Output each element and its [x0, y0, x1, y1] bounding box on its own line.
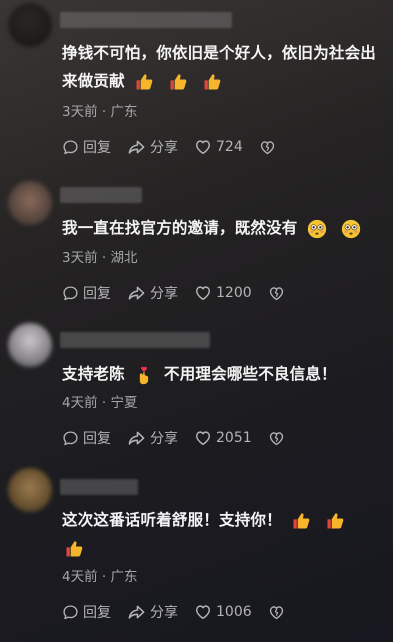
comment-actions: 回复 分享 724	[62, 137, 296, 157]
thumbs-up-icon	[325, 511, 345, 531]
like-button[interactable]: 724	[194, 138, 243, 156]
comment-actions: 回复 分享 1200	[62, 283, 305, 303]
comment-text-line: 不用理会哪些不良信息！	[164, 365, 337, 383]
share-button[interactable]: 分享	[127, 602, 178, 622]
chat-bubble-icon	[62, 604, 79, 621]
reply-label: 回复	[83, 605, 111, 621]
reply-button[interactable]: 回复	[62, 283, 111, 303]
comment-meta: 3天前 · 广东	[62, 104, 138, 120]
share-arrow-icon	[127, 603, 146, 622]
thumbs-up-icon	[134, 72, 154, 92]
reply-button[interactable]: 回复	[62, 428, 111, 448]
avatar[interactable]	[8, 181, 52, 225]
comment-item: 挣钱不可怕，你依旧是个好人，依旧为社会出 来做贡献 3天前 · 广东 回复 分享…	[0, 0, 393, 175]
heart-icon	[194, 284, 212, 302]
share-button[interactable]: 分享	[127, 428, 178, 448]
like-button[interactable]: 1006	[194, 603, 252, 621]
dislike-button[interactable]	[268, 285, 289, 302]
broken-heart-icon	[268, 430, 285, 447]
heart-icon	[194, 429, 212, 447]
comment-text-line: 我一直在找官方的邀请，既然没有	[62, 219, 298, 237]
reply-label: 回复	[83, 431, 111, 447]
flushed-face-icon	[341, 219, 361, 239]
share-label: 分享	[150, 140, 178, 156]
comment-text: 支持老陈 不用理会哪些不良信息！	[62, 360, 387, 388]
reply-button[interactable]: 回复	[62, 137, 111, 157]
comment-text: 我一直在找官方的邀请，既然没有	[62, 214, 387, 242]
comment-item: 这次这番话听着舒服！支持你！ 4天前 · 广东 回复 分享 1006	[0, 465, 393, 642]
comment-text-line: 来做贡献	[62, 72, 125, 90]
username-blurred[interactable]	[60, 12, 232, 28]
reply-button[interactable]: 回复	[62, 602, 111, 622]
comment-meta: 4天前 · 宁夏	[62, 395, 138, 411]
like-button[interactable]: 1200	[194, 284, 252, 302]
like-count: 1006	[216, 604, 252, 620]
share-button[interactable]: 分享	[127, 283, 178, 303]
thumbs-up-icon	[291, 511, 311, 531]
like-count: 724	[216, 139, 243, 155]
dislike-button[interactable]	[259, 139, 280, 156]
username-blurred[interactable]	[60, 187, 142, 203]
flushed-face-icon	[307, 219, 327, 239]
chat-bubble-icon	[62, 139, 79, 156]
thumbs-up-icon	[64, 539, 84, 559]
comment-item: 我一直在找官方的邀请，既然没有 3天前 · 湖北 回复 分享 1200	[0, 175, 393, 315]
like-count: 2051	[216, 430, 252, 446]
comment-text: 这次这番话听着舒服！支持你！	[62, 506, 387, 562]
comment-actions: 回复 分享 2051	[62, 428, 305, 448]
share-label: 分享	[150, 286, 178, 302]
heart-icon	[194, 138, 212, 156]
chat-bubble-icon	[62, 285, 79, 302]
comment-text-line: 这次这番话听着舒服！支持你！	[62, 511, 282, 529]
share-arrow-icon	[127, 429, 146, 448]
heart-icon	[194, 603, 212, 621]
comment-text-line: 挣钱不可怕，你依旧是个好人，依旧为社会出	[62, 44, 377, 62]
chat-bubble-icon	[62, 430, 79, 447]
comment-text: 挣钱不可怕，你依旧是个好人，依旧为社会出 来做贡献	[62, 39, 387, 95]
avatar[interactable]	[8, 3, 52, 47]
avatar[interactable]	[8, 323, 52, 367]
username-blurred[interactable]	[60, 332, 210, 348]
broken-heart-icon	[259, 139, 276, 156]
comment-text-line: 支持老陈	[62, 365, 125, 383]
avatar[interactable]	[8, 468, 52, 512]
broken-heart-icon	[268, 285, 285, 302]
thumbs-up-icon	[168, 72, 188, 92]
username-blurred[interactable]	[60, 479, 138, 495]
comment-meta: 3天前 · 湖北	[62, 250, 138, 266]
comment-meta: 4天前 · 广东	[62, 569, 138, 585]
like-count: 1200	[216, 285, 252, 301]
reply-label: 回复	[83, 286, 111, 302]
share-button[interactable]: 分享	[127, 137, 178, 157]
finger-heart-icon	[134, 365, 154, 385]
comment-actions: 回复 分享 1006	[62, 602, 305, 622]
share-arrow-icon	[127, 284, 146, 303]
dislike-button[interactable]	[268, 604, 289, 621]
share-label: 分享	[150, 605, 178, 621]
share-arrow-icon	[127, 138, 146, 157]
reply-label: 回复	[83, 140, 111, 156]
broken-heart-icon	[268, 604, 285, 621]
share-label: 分享	[150, 431, 178, 447]
thumbs-up-icon	[202, 72, 222, 92]
like-button[interactable]: 2051	[194, 429, 252, 447]
dislike-button[interactable]	[268, 430, 289, 447]
comment-item: 支持老陈 不用理会哪些不良信息！ 4天前 · 宁夏 回复 分享 2051	[0, 320, 393, 460]
